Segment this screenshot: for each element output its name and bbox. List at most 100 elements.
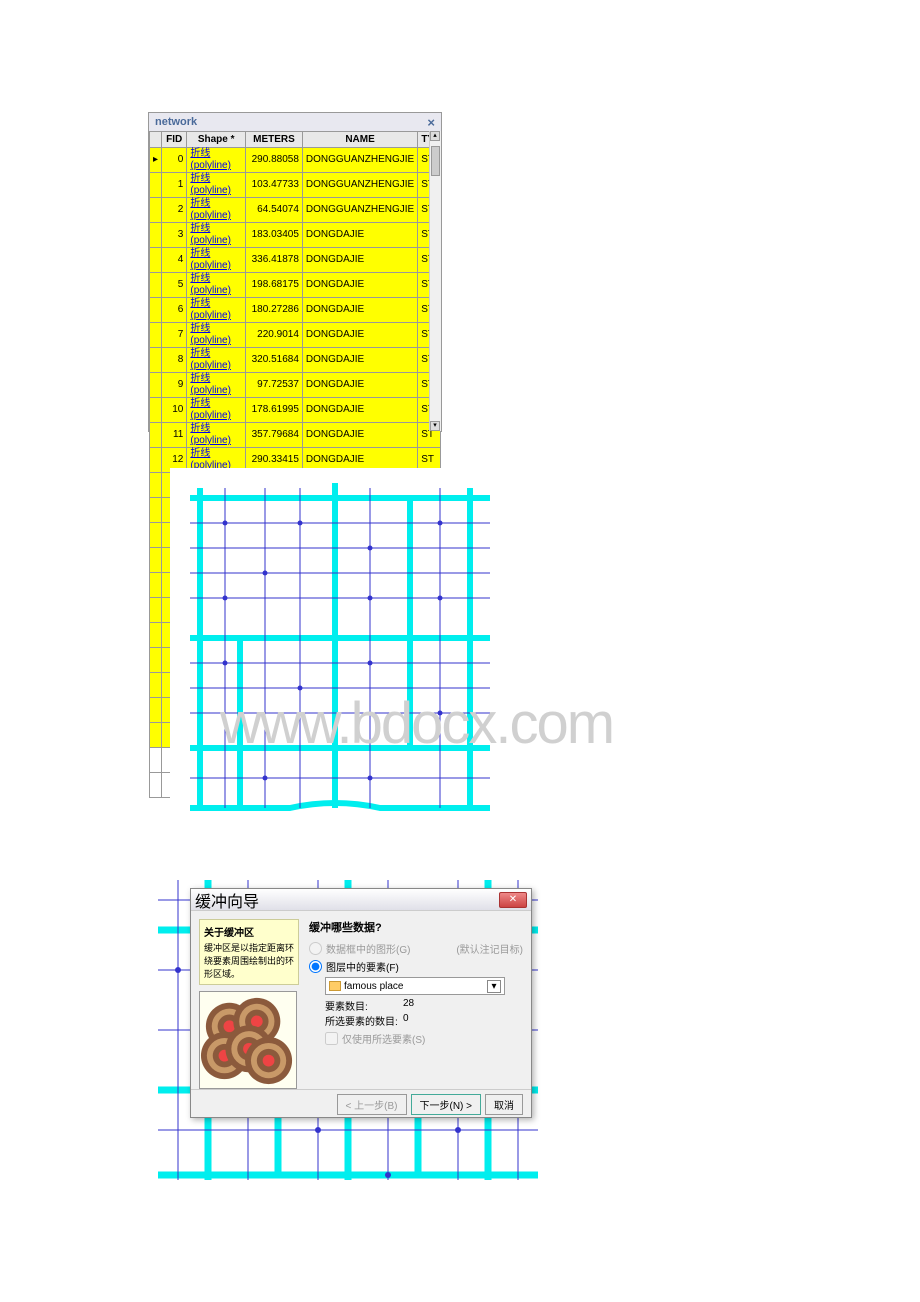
row-indicator[interactable] bbox=[150, 523, 162, 548]
row-indicator[interactable] bbox=[150, 773, 162, 798]
cell-shape[interactable]: 折线(polyline) bbox=[187, 173, 246, 198]
cell-fid[interactable]: 0 bbox=[162, 148, 187, 173]
cell-shape[interactable]: 折线(polyline) bbox=[187, 273, 246, 298]
row-indicator[interactable] bbox=[150, 248, 162, 273]
cell-fid[interactable]: 10 bbox=[162, 398, 187, 423]
close-icon[interactable]: × bbox=[427, 115, 435, 130]
row-indicator[interactable] bbox=[150, 498, 162, 523]
cell-shape[interactable]: 折线(polyline) bbox=[187, 423, 246, 448]
cell-meters[interactable]: 320.51684 bbox=[246, 348, 303, 373]
layer-select[interactable]: famous place ▾ bbox=[325, 977, 505, 995]
cell-shape[interactable]: 折线(polyline) bbox=[187, 198, 246, 223]
scroll-up-arrow[interactable]: ▴ bbox=[430, 131, 440, 141]
cell-fid[interactable]: 3 bbox=[162, 223, 187, 248]
table-row[interactable]: 1折线(polyline)103.47733DONGGUANZHENGJIEST bbox=[150, 173, 441, 198]
dropdown-arrow-icon[interactable]: ▾ bbox=[487, 980, 501, 993]
cell-fid[interactable]: 2 bbox=[162, 198, 187, 223]
cell-fid[interactable]: 8 bbox=[162, 348, 187, 373]
cell-name[interactable]: DONGGUANZHENGJIE bbox=[302, 148, 417, 173]
scroll-thumb[interactable] bbox=[431, 146, 440, 176]
col-header-shape[interactable]: Shape * bbox=[187, 132, 246, 148]
dialog-titlebar[interactable]: 缓冲向导 ✕ bbox=[191, 889, 531, 911]
cell-name[interactable]: DONGDAJIE bbox=[302, 423, 417, 448]
cell-shape[interactable]: 折线(polyline) bbox=[187, 348, 246, 373]
row-indicator[interactable] bbox=[150, 748, 162, 773]
cell-fid[interactable]: 1 bbox=[162, 173, 187, 198]
row-indicator[interactable] bbox=[150, 273, 162, 298]
cell-shape[interactable]: 折线(polyline) bbox=[187, 148, 246, 173]
col-header-name[interactable]: NAME bbox=[302, 132, 417, 148]
row-indicator[interactable] bbox=[150, 323, 162, 348]
col-header-fid[interactable]: FID bbox=[162, 132, 187, 148]
cell-name[interactable]: DONGGUANZHENGJIE bbox=[302, 198, 417, 223]
cell-name[interactable]: DONGDAJIE bbox=[302, 298, 417, 323]
row-indicator[interactable] bbox=[150, 223, 162, 248]
row-indicator[interactable] bbox=[150, 198, 162, 223]
row-indicator[interactable] bbox=[150, 623, 162, 648]
radio-features[interactable] bbox=[309, 960, 322, 973]
table-row[interactable]: 2折线(polyline)64.54074DONGGUANZHENGJIEST bbox=[150, 198, 441, 223]
table-row[interactable]: 9折线(polyline)97.72537DONGDAJIEST bbox=[150, 373, 441, 398]
cell-shape[interactable]: 折线(polyline) bbox=[187, 298, 246, 323]
cell-name[interactable]: DONGDAJIE bbox=[302, 223, 417, 248]
cell-meters[interactable]: 357.79684 bbox=[246, 423, 303, 448]
radio-features-row[interactable]: 图层中的要素(F) bbox=[309, 959, 523, 974]
cancel-button[interactable]: 取消 bbox=[485, 1094, 523, 1115]
row-indicator[interactable] bbox=[150, 648, 162, 673]
dialog-close-button[interactable]: ✕ bbox=[499, 892, 527, 908]
cell-name[interactable]: DONGDAJIE bbox=[302, 398, 417, 423]
row-indicator[interactable] bbox=[150, 348, 162, 373]
next-button[interactable]: 下一步(N) > bbox=[411, 1094, 482, 1115]
cell-meters[interactable]: 103.47733 bbox=[246, 173, 303, 198]
scroll-down-arrow[interactable]: ▾ bbox=[430, 421, 440, 431]
table-row[interactable]: 8折线(polyline)320.51684DONGDAJIEST bbox=[150, 348, 441, 373]
cell-meters[interactable]: 198.68175 bbox=[246, 273, 303, 298]
cell-meters[interactable]: 180.27286 bbox=[246, 298, 303, 323]
row-indicator[interactable] bbox=[150, 673, 162, 698]
cell-fid[interactable]: 6 bbox=[162, 298, 187, 323]
row-indicator[interactable] bbox=[150, 398, 162, 423]
table-row[interactable]: 6折线(polyline)180.27286DONGDAJIEST bbox=[150, 298, 441, 323]
row-indicator[interactable] bbox=[150, 548, 162, 573]
cell-shape[interactable]: 折线(polyline) bbox=[187, 373, 246, 398]
cell-name[interactable]: DONGDAJIE bbox=[302, 373, 417, 398]
cell-meters[interactable]: 64.54074 bbox=[246, 198, 303, 223]
cell-fid[interactable]: 9 bbox=[162, 373, 187, 398]
row-indicator[interactable] bbox=[150, 723, 162, 748]
cell-meters[interactable]: 97.72537 bbox=[246, 373, 303, 398]
cell-shape[interactable]: 折线(polyline) bbox=[187, 323, 246, 348]
cell-meters[interactable]: 336.41878 bbox=[246, 248, 303, 273]
cell-name[interactable]: DONGDAJIE bbox=[302, 273, 417, 298]
table-row[interactable]: 7折线(polyline)220.9014DONGDAJIEST bbox=[150, 323, 441, 348]
cell-meters[interactable]: 183.03405 bbox=[246, 223, 303, 248]
table-row[interactable]: 3折线(polyline)183.03405DONGDAJIEST bbox=[150, 223, 441, 248]
cell-fid[interactable]: 4 bbox=[162, 248, 187, 273]
col-header-meters[interactable]: METERS bbox=[246, 132, 303, 148]
cell-name[interactable]: DONGDAJIE bbox=[302, 348, 417, 373]
cell-shape[interactable]: 折线(polyline) bbox=[187, 398, 246, 423]
col-header-indicator[interactable] bbox=[150, 132, 162, 148]
table-row[interactable]: 10折线(polyline)178.61995DONGDAJIEST bbox=[150, 398, 441, 423]
table-row[interactable]: 11折线(polyline)357.79684DONGDAJIEST bbox=[150, 423, 441, 448]
map-view-1[interactable] bbox=[170, 468, 504, 818]
table-row[interactable]: ▸0折线(polyline)290.88058DONGGUANZHENGJIES… bbox=[150, 148, 441, 173]
cell-name[interactable]: DONGDAJIE bbox=[302, 323, 417, 348]
row-indicator[interactable] bbox=[150, 373, 162, 398]
table-row[interactable]: 4折线(polyline)336.41878DONGDAJIEST bbox=[150, 248, 441, 273]
vertical-scrollbar[interactable]: ▴ ▾ bbox=[429, 131, 441, 431]
cell-shape[interactable]: 折线(polyline) bbox=[187, 223, 246, 248]
cell-fid[interactable]: 11 bbox=[162, 423, 187, 448]
cell-name[interactable]: DONGGUANZHENGJIE bbox=[302, 173, 417, 198]
row-indicator[interactable] bbox=[150, 573, 162, 598]
row-indicator[interactable] bbox=[150, 448, 162, 473]
row-indicator[interactable]: ▸ bbox=[150, 148, 162, 173]
cell-meters[interactable]: 178.61995 bbox=[246, 398, 303, 423]
cell-meters[interactable]: 290.88058 bbox=[246, 148, 303, 173]
row-indicator[interactable] bbox=[150, 473, 162, 498]
cell-fid[interactable]: 7 bbox=[162, 323, 187, 348]
cell-fid[interactable]: 5 bbox=[162, 273, 187, 298]
cell-name[interactable]: DONGDAJIE bbox=[302, 248, 417, 273]
row-indicator[interactable] bbox=[150, 298, 162, 323]
row-indicator[interactable] bbox=[150, 698, 162, 723]
row-indicator[interactable] bbox=[150, 423, 162, 448]
